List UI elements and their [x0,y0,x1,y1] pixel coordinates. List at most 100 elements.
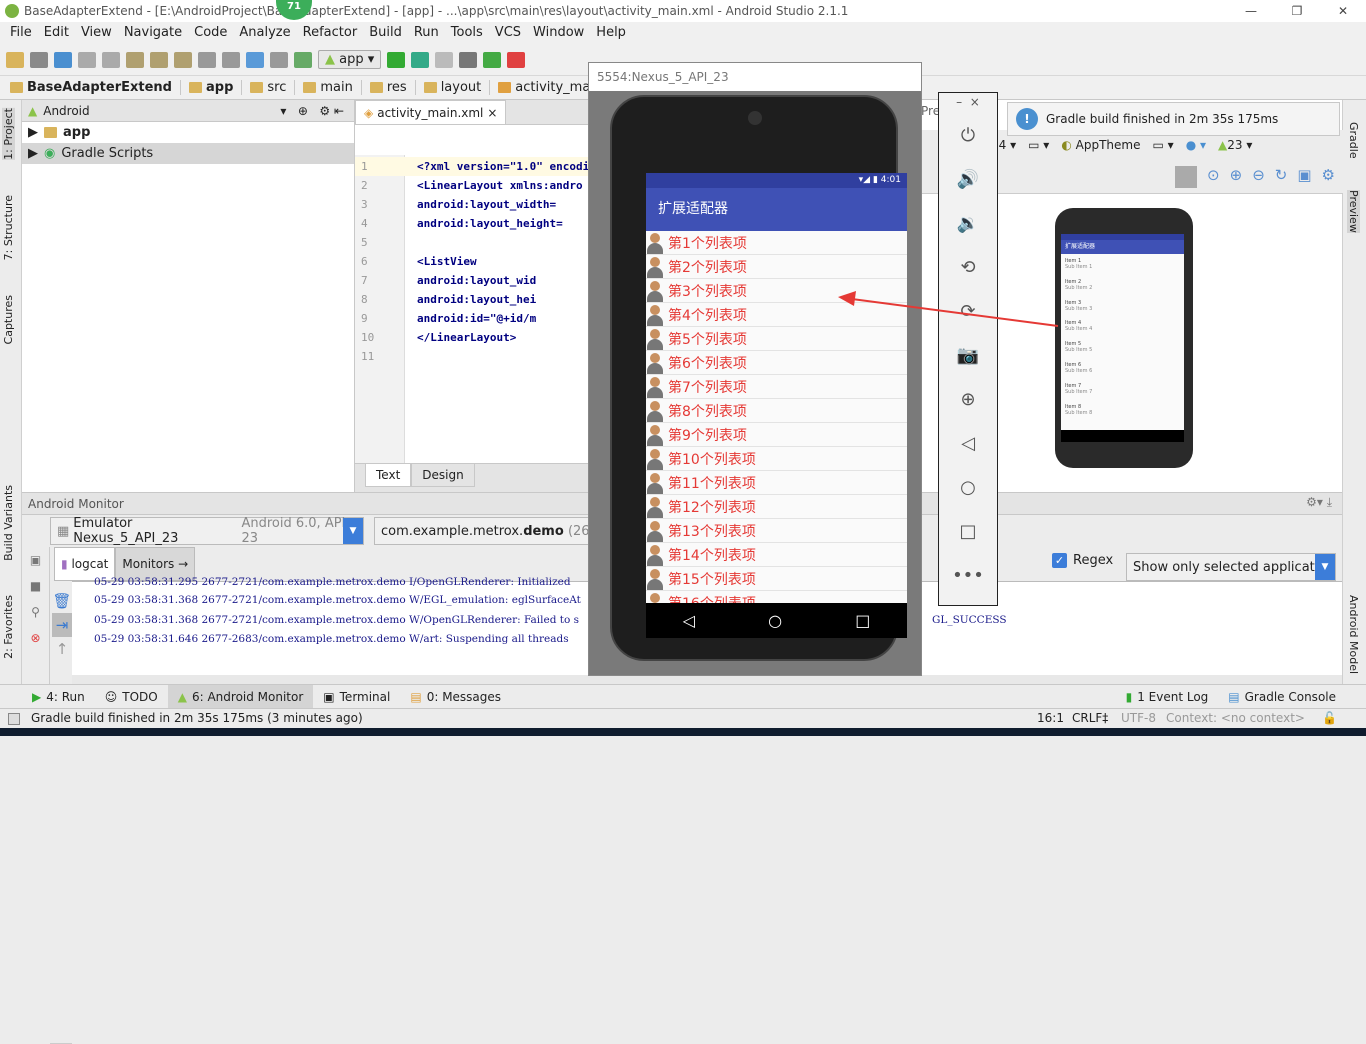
lock-icon[interactable]: 🔓 [1322,709,1337,728]
tool-tab-android-model[interactable]: Android Model [1347,595,1360,674]
breadcrumb-src[interactable]: src [248,80,296,95]
tool-tab-todo[interactable]: ☺ TODO [95,685,168,709]
list-item[interactable]: 第6个列表项 [646,351,907,375]
dropdown-arrow-icon[interactable]: ▼ [1315,554,1335,580]
inspect-icon[interactable]: ⚲ [22,599,49,625]
menu-view[interactable]: View [75,22,118,44]
zoom-icon[interactable]: ⊕ [939,389,997,410]
tool-tab-gradle-console[interactable]: ▤ Gradle Console [1218,685,1346,709]
replace-icon[interactable] [222,51,240,68]
monitor-settings-icon[interactable]: ⚙▾ ⤓ [1306,495,1332,510]
list-item[interactable]: 第3个列表项 [646,279,907,303]
undo-icon[interactable] [78,51,96,68]
apply-changes-icon[interactable] [483,51,502,68]
filter-dropdown[interactable]: Show only selected application ▼ [1126,553,1336,581]
back-icon[interactable]: ◁ [683,611,695,630]
clear-log-icon[interactable]: 🗑 [52,589,72,613]
breadcrumb-project[interactable]: BaseAdapterExtend [8,80,181,95]
tool-tab-structure[interactable]: 7: Structure [2,195,15,260]
redo-icon[interactable] [102,51,120,68]
rotate-right-icon[interactable]: ⟳ [939,301,997,322]
globe-icon[interactable]: ● ▾ [1186,138,1206,152]
scroll-to-end-icon[interactable]: ⇥ [52,613,72,637]
menu-file[interactable]: File [4,22,38,44]
encoding[interactable]: UTF-8 [1121,709,1156,728]
make-project-icon[interactable] [294,51,312,68]
tool-tab-messages[interactable]: ▤ 0: Messages [400,685,511,709]
attach-debugger-icon[interactable] [435,51,454,68]
menu-edit[interactable]: Edit [38,22,75,44]
locale-selector[interactable]: ▭ ▾ [1153,138,1174,152]
breadcrumb-res[interactable]: res [368,80,416,95]
tool-tab-preview[interactable]: Preview [1347,190,1360,233]
menu-help[interactable]: Help [590,22,632,44]
back-icon[interactable]: ◁ [939,433,997,454]
breadcrumb-layout[interactable]: layout [422,80,491,95]
tree-item-app[interactable]: ▶ app [22,122,354,143]
regex-checkbox[interactable]: ✓ [1052,553,1067,568]
tool-tab-event-log[interactable]: ▮ 1 Event Log [1116,685,1219,709]
open-folder-icon[interactable] [6,51,24,68]
device-dropdown[interactable]: ▦ Emulator Nexus_5_API_23 Android 6.0, API… [50,516,364,546]
list-item[interactable]: 第10个列表项 [646,447,907,471]
process-dropdown[interactable]: com.example.metrox.demo (2677) [374,517,611,545]
tool-tab-project[interactable]: 1: Project [2,108,15,160]
screenshot-icon[interactable]: ▣ [1297,166,1311,188]
tool-tab-favorites[interactable]: 2: Favorites [2,595,15,659]
power-icon[interactable]: ⏻ [939,125,997,146]
up-icon[interactable]: ↑ [52,637,72,661]
refresh-icon[interactable]: ↻ [1275,166,1288,188]
project-view-selector[interactable]: ▲ Android ▾ ⊕ ⚙ ⇤ [22,100,354,122]
theme-selector[interactable]: ◐ AppTheme [1061,138,1140,152]
list-item[interactable]: 第9个列表项 [646,423,907,447]
overview-icon[interactable]: □ [939,521,997,542]
menu-window[interactable]: Window [527,22,590,44]
run-config-select[interactable]: ▲ app ▾ [318,50,382,69]
list-item[interactable]: 第8个列表项 [646,399,907,423]
stop-icon[interactable] [507,51,526,68]
dropdown-arrow-icon[interactable]: ▼ [343,518,363,544]
settings-icon[interactable]: ⚙ [1322,166,1335,188]
recents-icon[interactable]: □ [855,611,870,630]
copy-icon[interactable] [150,51,168,68]
gradle-notification[interactable]: ! Gradle build finished in 2m 35s 175ms [1007,102,1340,136]
zoom-in-icon[interactable]: ⊕ [1230,166,1243,188]
menu-run[interactable]: Run [408,22,445,44]
tool-tab-gradle[interactable]: Gradle [1347,122,1360,159]
debug-icon[interactable] [411,51,430,68]
close-button[interactable]: ✕ [1320,0,1366,22]
maximize-button[interactable]: ❐ [1274,0,1320,22]
sync-icon[interactable] [54,51,72,68]
volume-down-icon[interactable]: 🔉 [939,213,997,234]
api-selector[interactable]: ▲23 ▾ [1218,138,1252,152]
screenshot-icon[interactable]: ▣ [22,547,49,573]
home-icon[interactable]: ○ [939,477,997,498]
tool-tab-captures[interactable]: Captures [2,295,15,344]
list-item[interactable]: 第4个列表项 [646,303,907,327]
menu-refactor[interactable]: Refactor [297,22,364,44]
menu-build[interactable]: Build [363,22,408,44]
terminate-icon[interactable]: ⊗ [22,625,49,651]
orientation-selector[interactable]: ▭ ▾ [1028,138,1049,152]
list-item[interactable]: 第2个列表项 [646,255,907,279]
list-item[interactable]: 第5个列表项 [646,327,907,351]
tool-tab-terminal[interactable]: ▣ Terminal [313,685,400,709]
tool-tab-run[interactable]: ▶ 4: Run [22,685,95,709]
breadcrumb-app[interactable]: app [187,80,243,95]
device-icon[interactable] [459,51,478,68]
zoom-out-icon[interactable]: ⊖ [1252,166,1265,188]
more-icon[interactable]: ••• [939,565,997,586]
zoom-actual-icon[interactable]: ⊙ [1207,166,1220,188]
emulator-screen[interactable]: ▾◢ ▮ 4:01 扩展适配器 第1个列表项 第2个列表项 第3个列表项 第4个列表项… [646,173,907,638]
list-item[interactable]: 第7个列表项 [646,375,907,399]
forward-icon[interactable] [270,51,288,68]
line-separator[interactable]: CRLF‡ [1072,709,1108,728]
menu-analyze[interactable]: Analyze [233,22,296,44]
close-tab-icon[interactable]: × [487,106,497,120]
tab-text[interactable]: Text [365,464,412,487]
list-item[interactable]: 第13个列表项 [646,519,907,543]
rotate-left-icon[interactable]: ⟲ [939,257,997,278]
list-item[interactable]: 第12个列表项 [646,495,907,519]
list-item[interactable]: 第1个列表项 [646,231,907,255]
list-item[interactable]: 第15个列表项 [646,567,907,591]
